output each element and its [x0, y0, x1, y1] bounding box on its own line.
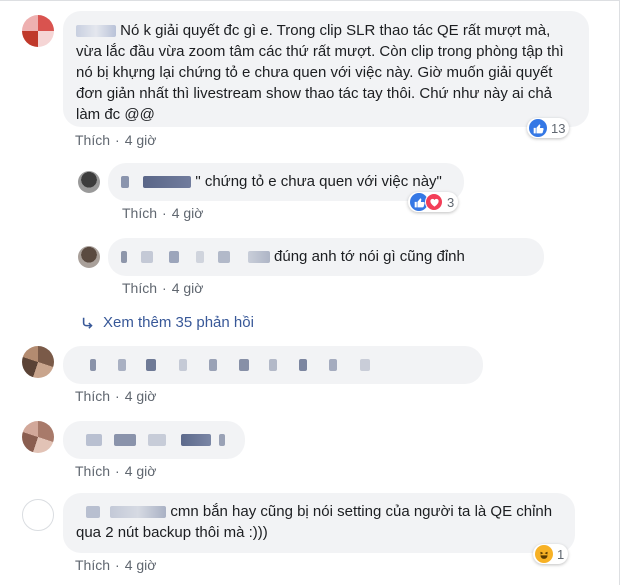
redacted-name[interactable]: [110, 506, 167, 519]
avatar[interactable]: [22, 421, 54, 453]
like-icon: [529, 119, 547, 137]
comment-text: đúng anh tớ nói gì cũng đỉnh: [274, 248, 465, 265]
redacted-name[interactable]: [143, 176, 192, 189]
comment-actions: Thích · 4 giờ: [75, 388, 157, 404]
comment-actions: Thích · 4 giờ: [122, 280, 204, 296]
redacted-name[interactable]: [121, 251, 127, 264]
reaction-summary[interactable]: 1: [533, 544, 569, 564]
haha-icon: [535, 545, 553, 563]
reply-arrow-icon: [82, 317, 93, 329]
avatar[interactable]: [22, 346, 54, 378]
comment-text: Nó k giải quyết đc gì e. Trong clip SLR …: [76, 22, 564, 123]
redacted-text: [86, 434, 102, 447]
reply-1: " chứng tỏ e chưa quen với việc này" Thí…: [0, 151, 620, 226]
like-link[interactable]: Thích: [75, 132, 110, 148]
redacted-text: [329, 359, 338, 372]
like-link[interactable]: Thích: [75, 557, 110, 573]
comment-3: Thích · 4 giờ: [0, 338, 620, 408]
comment-bubble: cmn bắn hay cũng bị nói setting của ngườ…: [63, 493, 575, 553]
reaction-summary[interactable]: 3: [408, 192, 459, 212]
redacted-text: [218, 434, 225, 447]
redacted-text: [114, 434, 137, 447]
redacted-text: [180, 434, 211, 447]
redacted-text: [238, 359, 249, 372]
reaction-count: 13: [551, 120, 566, 136]
comment-1: Nó k giải quyết đc gì e. Trong clip SLR …: [0, 1, 620, 151]
love-icon: [425, 193, 443, 211]
redacted-text: [90, 359, 96, 372]
timestamp[interactable]: 4 giờ: [125, 557, 157, 573]
comment-text: " chứng tỏ e chưa quen với việc này": [195, 173, 442, 190]
timestamp[interactable]: 4 giờ: [125, 463, 157, 479]
comment-5: cmn bắn hay cũng bị nói setting của ngườ…: [0, 489, 620, 585]
redacted-text: [178, 359, 187, 372]
redacted-text: [146, 359, 157, 372]
timestamp[interactable]: 4 giờ: [172, 205, 204, 221]
view-more-label: Xem thêm 35 phản hồi: [103, 314, 254, 331]
avatar[interactable]: [78, 246, 100, 268]
view-more-replies[interactable]: Xem thêm 35 phản hồi: [81, 314, 254, 331]
redacted-text: [299, 359, 308, 372]
redacted-name[interactable]: [217, 251, 230, 264]
timestamp[interactable]: 4 giờ: [125, 388, 157, 404]
redacted-text: [269, 359, 278, 372]
comment-thread: Nó k giải quyết đc gì e. Trong clip SLR …: [0, 0, 620, 585]
like-link[interactable]: Thích: [122, 280, 157, 296]
avatar[interactable]: [22, 15, 54, 47]
like-link[interactable]: Thích: [75, 463, 110, 479]
reaction-summary[interactable]: 13: [527, 118, 570, 138]
redacted-name[interactable]: [195, 251, 204, 264]
like-link[interactable]: Thích: [122, 205, 157, 221]
redacted-name[interactable]: [169, 251, 180, 264]
redacted-text: [118, 359, 127, 372]
redacted-name[interactable]: [247, 251, 270, 264]
redacted-text: [208, 359, 217, 372]
comment-bubble: đúng anh tớ nói gì cũng đỉnh: [108, 238, 544, 276]
comment-actions: Thích · 4 giờ: [122, 205, 204, 221]
comment-actions: Thích · 4 giờ: [75, 132, 157, 148]
redacted-name[interactable]: [86, 506, 100, 519]
avatar[interactable]: [22, 499, 54, 531]
redacted-text: [359, 359, 370, 372]
redacted-name[interactable]: [76, 25, 116, 38]
redacted-name[interactable]: [141, 251, 154, 264]
comment-bubble: [63, 346, 483, 384]
avatar[interactable]: [78, 171, 100, 193]
redacted-name[interactable]: [121, 176, 129, 189]
timestamp[interactable]: 4 giờ: [125, 132, 157, 148]
reaction-count: 3: [447, 194, 455, 210]
comment-bubble: [63, 421, 245, 459]
like-link[interactable]: Thích: [75, 388, 110, 404]
reply-2: đúng anh tớ nói gì cũng đỉnh Thích · 4 giờ: [0, 226, 620, 306]
redacted-text: [148, 434, 167, 447]
comment-actions: Thích · 4 giờ: [75, 463, 157, 479]
comment-actions: Thích · 4 giờ: [75, 557, 157, 573]
reaction-count: 1: [557, 546, 565, 562]
comment-4: Thích · 4 giờ: [0, 413, 620, 483]
comment-bubble: Nó k giải quyết đc gì e. Trong clip SLR …: [63, 11, 589, 127]
timestamp[interactable]: 4 giờ: [172, 280, 204, 296]
